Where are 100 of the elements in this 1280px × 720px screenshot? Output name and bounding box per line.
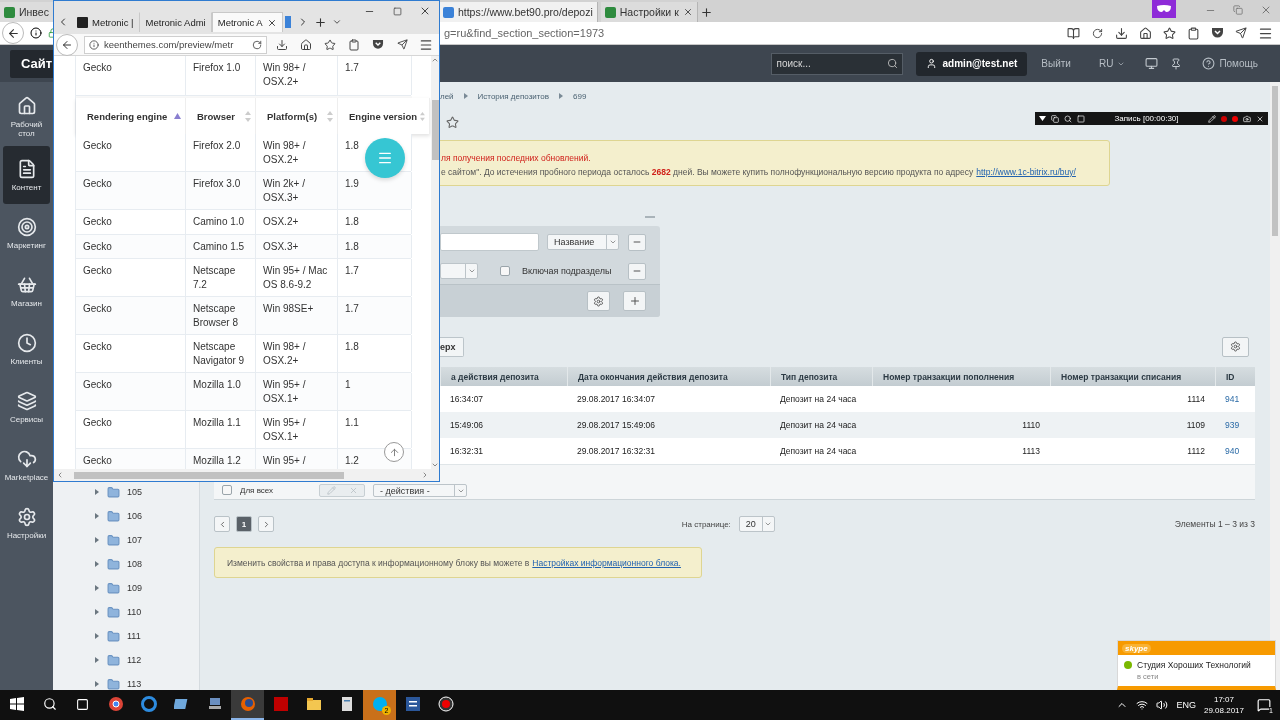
table-cell: Gecko xyxy=(76,134,186,171)
chevron-down-icon xyxy=(332,17,343,27)
tree-item[interactable]: 112 xyxy=(53,648,199,672)
info-text: Изменить свойства и права доступа к информационному блоку вы можете в xyxy=(227,557,530,568)
breadcrumb-link[interactable]: История депозитов xyxy=(477,91,550,101)
plus-icon xyxy=(313,15,327,29)
folder-icon xyxy=(107,533,120,547)
sidebar-item[interactable]: Сервисы xyxy=(3,378,50,436)
sidebar-item[interactable]: Настройки xyxy=(3,494,50,552)
table-cell: 1.7 xyxy=(338,259,412,296)
per-page-select[interactable]: 20 xyxy=(738,516,775,532)
star-icon xyxy=(1162,26,1176,40)
arrow-left-icon xyxy=(61,38,73,51)
actions-select[interactable]: - действия - xyxy=(373,484,468,497)
select-all-checkbox[interactable] xyxy=(222,485,232,495)
sidebar-item[interactable]: Клиенты xyxy=(3,320,50,378)
user-button[interactable]: admin@test.net xyxy=(915,51,1028,76)
buy-link[interactable]: http://www.1c-bitrix.ru/buy/ xyxy=(976,167,1076,177)
mask-button[interactable] xyxy=(1152,0,1176,18)
settings-button[interactable] xyxy=(587,291,610,311)
table-cell: Win 95+ / OSX.1+ xyxy=(256,411,338,448)
browser-tab[interactable]: Metronic A xyxy=(211,12,283,32)
settings-link[interactable]: Настройках информационного блока. xyxy=(532,557,681,568)
scrollbar-thumb[interactable] xyxy=(431,100,439,160)
clock[interactable]: 17:07 29.08.2017 xyxy=(1203,694,1244,716)
table-cell-text: 1112 xyxy=(1186,445,1206,458)
browser-tab[interactable]: Настройки к xyxy=(600,2,698,22)
network-icon xyxy=(1136,699,1149,711)
site-button[interactable]: Сайт xyxy=(10,49,53,78)
filter-field[interactable] xyxy=(440,233,539,251)
pencil-icon xyxy=(1208,114,1216,123)
help-icon xyxy=(1202,57,1216,70)
close-icon xyxy=(682,7,693,17)
tree-item[interactable]: 109 xyxy=(53,576,199,600)
close-icon xyxy=(1256,114,1264,123)
url-field[interactable]: keenthemes.com/preview/metr xyxy=(84,35,267,54)
id-link[interactable]: 939 xyxy=(1215,412,1255,438)
tree-item[interactable]: 110 xyxy=(53,600,199,624)
id-link[interactable]: 940 xyxy=(1215,438,1255,464)
sidebar-item[interactable]: Магазин xyxy=(3,262,50,320)
sidebar-item[interactable]: Рабочий стол xyxy=(3,88,50,146)
record-icon xyxy=(1232,115,1238,122)
table-cell-text: 15:49:06 xyxy=(449,419,485,432)
tree-item[interactable]: 107 xyxy=(53,528,199,552)
chevron-right-icon xyxy=(559,93,564,99)
table-cell: Gecko xyxy=(76,259,186,296)
table-cell-text: 29.08.2017 16:34:07 xyxy=(576,393,656,406)
star-icon xyxy=(324,38,336,51)
scrollbar-thumb[interactable] xyxy=(1272,86,1278,236)
settings-button[interactable] xyxy=(1222,336,1249,357)
table-cell: Gecko xyxy=(76,234,186,258)
browser-tab[interactable]: Инвес xyxy=(0,2,54,22)
arrow-up-icon xyxy=(388,446,400,458)
sidebar-item[interactable]: Контент xyxy=(3,146,50,204)
id-link[interactable]: 941 xyxy=(1215,386,1255,412)
app-icon xyxy=(173,696,190,712)
restore-icon xyxy=(1233,5,1243,15)
volume-icon xyxy=(1156,699,1169,711)
tree-item[interactable]: 113 xyxy=(53,672,199,690)
tree-item[interactable]: 106 xyxy=(53,504,199,528)
breadcrumb-link[interactable]: лей xyxy=(440,91,454,101)
help-link[interactable]: Помощь xyxy=(1202,57,1258,70)
include-subsections-label: Включая подразделы xyxy=(522,266,612,276)
scrollbar-thumb[interactable] xyxy=(74,471,344,479)
screen-button[interactable] xyxy=(1145,57,1159,70)
app-icon xyxy=(206,696,223,712)
clipboard-icon xyxy=(348,38,360,51)
info-icon xyxy=(30,27,42,39)
table-cell-text: 16:34:07 xyxy=(449,393,485,406)
sidebar-item[interactable]: Маркетинг xyxy=(3,204,50,262)
logout-link[interactable]: Выйти xyxy=(1041,58,1071,69)
back-button[interactable] xyxy=(2,22,24,44)
include-subsections-checkbox[interactable] xyxy=(500,266,510,276)
search-icon xyxy=(42,697,57,711)
browser-tab[interactable]: Metronic Admi xyxy=(139,12,212,32)
tree-item[interactable]: 111 xyxy=(53,624,199,648)
table-cell: Win 95+ / Mac OS 8.6-9.2 xyxy=(256,259,338,296)
send-button[interactable] xyxy=(1232,24,1250,42)
page-button[interactable]: 1 xyxy=(236,516,252,532)
top-button[interactable]: ерх xyxy=(440,336,465,357)
folder-icon xyxy=(107,509,120,523)
breadcrumb-link[interactable]: 699 xyxy=(573,91,587,101)
search-icon xyxy=(886,57,898,69)
cross-icon xyxy=(348,486,358,495)
target-icon xyxy=(16,216,37,237)
collapse-handle[interactable] xyxy=(645,216,655,218)
pin-button[interactable] xyxy=(1170,57,1183,70)
tree-item[interactable]: 108 xyxy=(53,552,199,576)
browser-tab[interactable]: Metronic | xyxy=(71,12,140,32)
language-menu[interactable]: RU xyxy=(1098,58,1126,69)
table-cell: Firefox 3.0 xyxy=(186,172,256,209)
search-field[interactable]: поиск... xyxy=(770,52,903,75)
input-language[interactable]: ENG xyxy=(1176,700,1196,710)
sidebar-item[interactable]: Marketplace xyxy=(3,436,50,494)
tree-item[interactable]: 105 xyxy=(53,480,199,504)
field-select[interactable]: Название xyxy=(547,234,619,250)
browser-tab[interactable]: https://www.bet90.pro/depozi xyxy=(438,2,598,22)
table-cell: Win 98SE+ xyxy=(256,297,338,334)
folder-icon xyxy=(107,677,120,690)
folder-icon xyxy=(107,653,120,667)
